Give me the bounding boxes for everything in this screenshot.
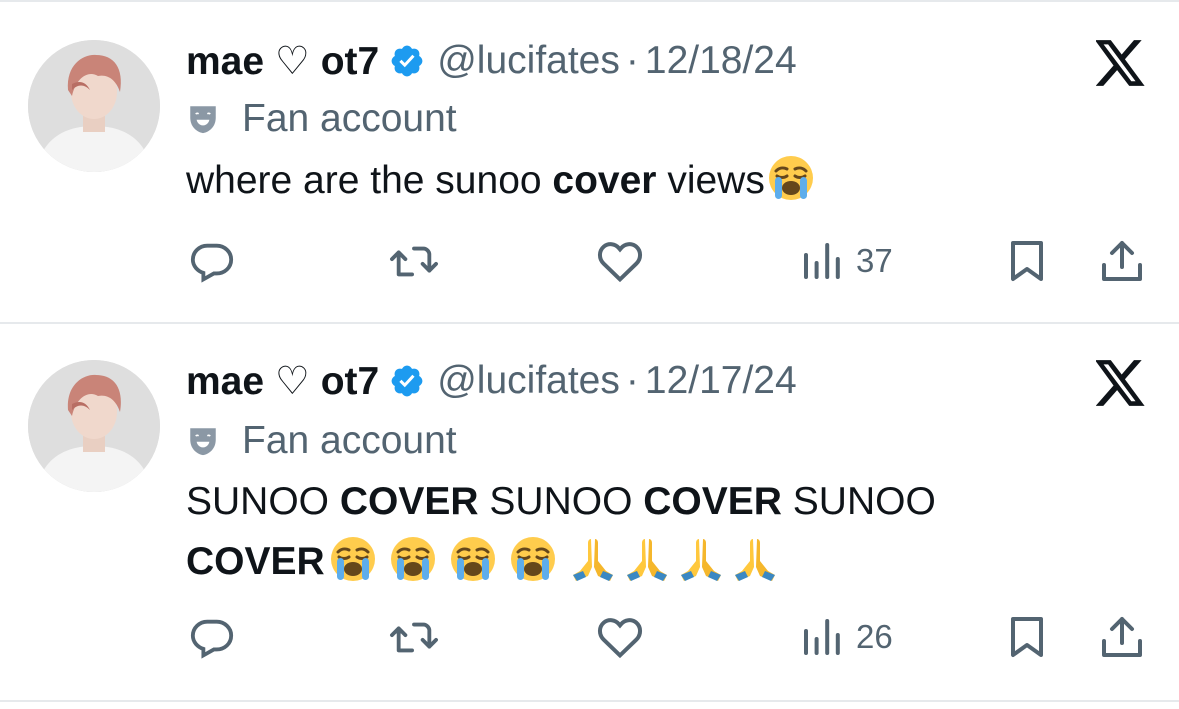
theater-mask-icon (186, 424, 220, 458)
folded-hands-icon (731, 535, 779, 583)
views-button[interactable]: 37 (802, 236, 893, 286)
tweet-header: mae ♡ ot7 @lucifates · 12/18/24 (186, 36, 797, 86)
heart-icon (597, 242, 643, 283)
verified-badge-icon (389, 363, 425, 399)
x-logo-icon (1094, 360, 1146, 406)
reply-icon (190, 619, 234, 659)
retweet-icon (390, 246, 438, 277)
text-segment: views (656, 159, 765, 202)
loudly-crying-face-icon (767, 154, 815, 202)
account-label: Fan account (186, 94, 457, 144)
reply-icon (190, 243, 234, 283)
text-segment-bold: cover (552, 159, 657, 202)
tweet-text: SUNOO COVER SUNOO COVER SUNOO COVER (186, 472, 1066, 592)
bookmark-button[interactable] (1008, 236, 1046, 286)
x-logo-icon (1094, 40, 1146, 86)
bookmark-button[interactable] (1008, 612, 1046, 662)
bookmark-icon (1011, 241, 1043, 281)
analytics-icon (804, 243, 840, 279)
display-name[interactable]: mae ♡ ot7 (186, 39, 379, 84)
tweet-date[interactable]: 12/18/24 (645, 39, 797, 83)
separator-dot: · (625, 359, 639, 402)
text-segment-bold: COVER (339, 480, 479, 523)
share-button[interactable] (1100, 612, 1144, 662)
text-segment: where are the sunoo (186, 159, 553, 202)
folded-hands-icon (569, 535, 617, 583)
account-label-text: Fan account (242, 97, 457, 140)
folded-hands-icon (677, 535, 725, 583)
like-button[interactable] (596, 612, 644, 662)
analytics-icon (804, 619, 840, 655)
view-count: 37 (856, 242, 893, 279)
loudly-crying-face-icon (449, 535, 497, 583)
verified-badge-icon (389, 43, 425, 79)
tweet-text: where are the sunoo cover views (186, 152, 1066, 210)
avatar[interactable] (28, 40, 160, 172)
tweet-actions: 37 (0, 236, 1179, 286)
share-icon (1102, 617, 1142, 657)
avatar-image (28, 360, 160, 492)
display-name[interactable]: mae ♡ ot7 (186, 359, 379, 404)
tweet-header: mae ♡ ot7 @lucifates · 12/17/24 (186, 356, 797, 406)
tweet-date[interactable]: 12/17/24 (645, 359, 797, 403)
like-button[interactable] (596, 236, 644, 286)
retweet-button[interactable] (389, 236, 439, 286)
share-icon (1102, 241, 1142, 281)
separator-dot: · (625, 39, 639, 82)
text-segment: SUNOO (186, 480, 340, 523)
text-segment: SUNOO (478, 480, 644, 523)
retweet-button[interactable] (389, 612, 439, 662)
bookmark-icon (1011, 617, 1043, 657)
tweet-1[interactable]: mae ♡ ot7 @lucifates · 12/18/24 Fan acco… (0, 0, 1179, 323)
avatar-image (28, 40, 160, 172)
account-label-text: Fan account (242, 419, 457, 462)
views-button[interactable]: 26 (802, 612, 893, 662)
bottom-divider (0, 700, 1179, 702)
loudly-crying-face-icon (389, 535, 437, 583)
loudly-crying-face-icon (509, 535, 557, 583)
heart-icon (597, 618, 643, 659)
user-handle[interactable]: @lucifates (437, 359, 620, 403)
retweet-icon (390, 622, 438, 653)
tweet-actions: 26 (0, 612, 1179, 662)
theater-mask-icon (186, 102, 220, 136)
account-label: Fan account (186, 416, 457, 466)
share-button[interactable] (1100, 236, 1144, 286)
user-handle[interactable]: @lucifates (437, 39, 620, 83)
folded-hands-icon (623, 535, 671, 583)
reply-button[interactable] (189, 236, 235, 286)
loudly-crying-face-icon (329, 535, 377, 583)
text-segment: SUNOO (781, 480, 936, 523)
avatar[interactable] (28, 360, 160, 492)
text-segment-bold: COVER (186, 540, 325, 583)
text-segment-bold: COVER (643, 480, 782, 523)
tweet-2[interactable]: mae ♡ ot7 @lucifates · 12/17/24 Fan acco… (0, 324, 1179, 700)
view-count: 26 (856, 618, 893, 655)
reply-button[interactable] (189, 612, 235, 662)
